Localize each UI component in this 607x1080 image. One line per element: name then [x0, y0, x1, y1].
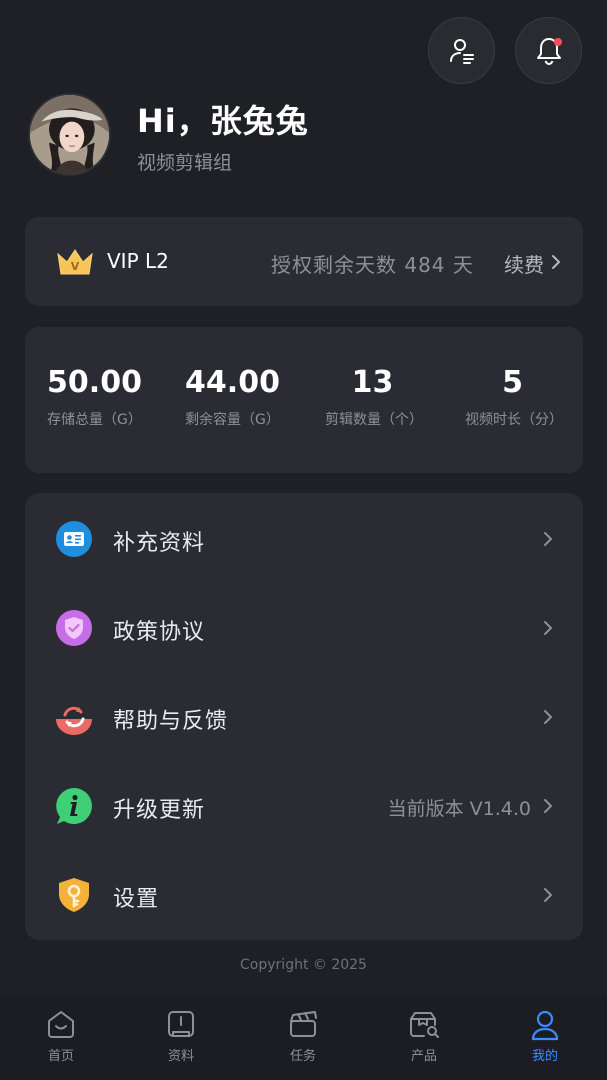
vip-remaining-days: 授权剩余天数 484 天: [271, 253, 474, 277]
shield-icon: [56, 610, 92, 646]
stats-card: 50.00 存储总量（G） 44.00 剩余容量（G） 13 剪辑数量（个） 5…: [25, 327, 583, 473]
greeting-title: Hi，张兔兔: [137, 102, 309, 140]
menu-item-policy[interactable]: 政策协议: [25, 583, 583, 672]
current-version: 当前版本 V1.4.0: [387, 798, 531, 820]
chevron-right-icon: [552, 255, 560, 269]
stat-value: 50.00: [47, 365, 142, 400]
contacts-button[interactable]: [428, 17, 495, 84]
stat-label: 视频时长（分）: [465, 412, 563, 428]
stat-label: 剪辑数量（个）: [325, 412, 423, 428]
chevron-right-icon: [544, 799, 552, 813]
product-search-icon: [410, 1012, 439, 1038]
document-icon: [168, 1011, 194, 1037]
avatar[interactable]: [28, 93, 111, 176]
tab-home[interactable]: 首页: [26, 1009, 96, 1064]
tab-mine[interactable]: 我的: [510, 1009, 580, 1064]
stat-storage-total: 50.00 存储总量（G）: [47, 363, 142, 429]
chevron-right-icon: [544, 888, 552, 902]
renew-button[interactable]: 续费: [504, 249, 544, 278]
info-icon: [56, 788, 92, 824]
clapperboard-icon: [290, 1011, 317, 1037]
menu-item-label: 升级更新: [113, 798, 206, 823]
stat-label: 存储总量（G）: [47, 412, 142, 428]
notification-button[interactable]: [515, 17, 582, 84]
user-list-icon: [449, 38, 474, 64]
stat-value: 13: [351, 365, 394, 400]
profile-page: Hi，张兔兔 视频剪辑组 V VIP L2 授权剩余天数 484 天 续费 50…: [0, 0, 607, 1080]
vip-card[interactable]: V VIP L2 授权剩余天数 484 天 续费: [25, 217, 583, 306]
tab-label: 产品: [410, 1049, 437, 1064]
user-icon: [531, 1010, 559, 1041]
stat-label: 剩余容量（G）: [185, 412, 280, 428]
tab-products[interactable]: 产品: [389, 1009, 459, 1064]
copyright-text: Copyright © 2025: [240, 957, 367, 973]
key-icon: [59, 878, 89, 912]
stat-value: 5: [502, 365, 523, 400]
menu-item-label: 帮助与反馈: [113, 709, 229, 734]
chevron-right-icon: [544, 621, 552, 635]
refresh-icon: [56, 706, 92, 735]
stat-video-duration: 5 视频时长（分）: [465, 363, 563, 429]
notification-dot: [554, 38, 562, 46]
department-label: 视频剪辑组: [137, 152, 233, 174]
stat-value: 44.00: [185, 365, 280, 400]
menu-item-label: 补充资料: [113, 531, 206, 556]
tab-materials[interactable]: 资料: [146, 1009, 216, 1064]
menu-item-supplement-info[interactable]: 补充资料: [25, 494, 583, 583]
stat-clip-count: 13 剪辑数量（个）: [325, 363, 423, 429]
crown-icon: V: [57, 249, 93, 275]
tab-label: 首页: [47, 1049, 74, 1064]
tab-label: 任务: [289, 1049, 316, 1064]
menu-item-help-feedback[interactable]: 帮助与反馈: [25, 672, 583, 761]
chevron-right-icon: [544, 710, 552, 724]
stat-storage-remaining: 44.00 剩余容量（G）: [185, 363, 280, 429]
chevron-right-icon: [544, 532, 552, 546]
menu-item-label: 设置: [113, 887, 160, 912]
menu-item-settings[interactable]: 设置: [25, 850, 583, 939]
tab-label: 我的: [531, 1049, 558, 1064]
tab-label: 资料: [167, 1049, 194, 1064]
menu-card: 补充资料 政策协议 帮助与反馈 升级更新 当前版本 V1.4.0 设置: [25, 493, 583, 940]
svg-text:V: V: [71, 260, 80, 273]
menu-item-label: 政策协议: [113, 620, 206, 645]
vip-level: VIP L2: [107, 249, 169, 273]
bottom-tab-bar: 首页 资料 任务 产品 我的: [0, 995, 607, 1080]
home-icon: [48, 1011, 74, 1038]
tab-tasks[interactable]: 任务: [268, 1009, 338, 1064]
menu-item-upgrade[interactable]: 升级更新 当前版本 V1.4.0: [25, 761, 583, 850]
id-card-icon: [56, 521, 92, 557]
